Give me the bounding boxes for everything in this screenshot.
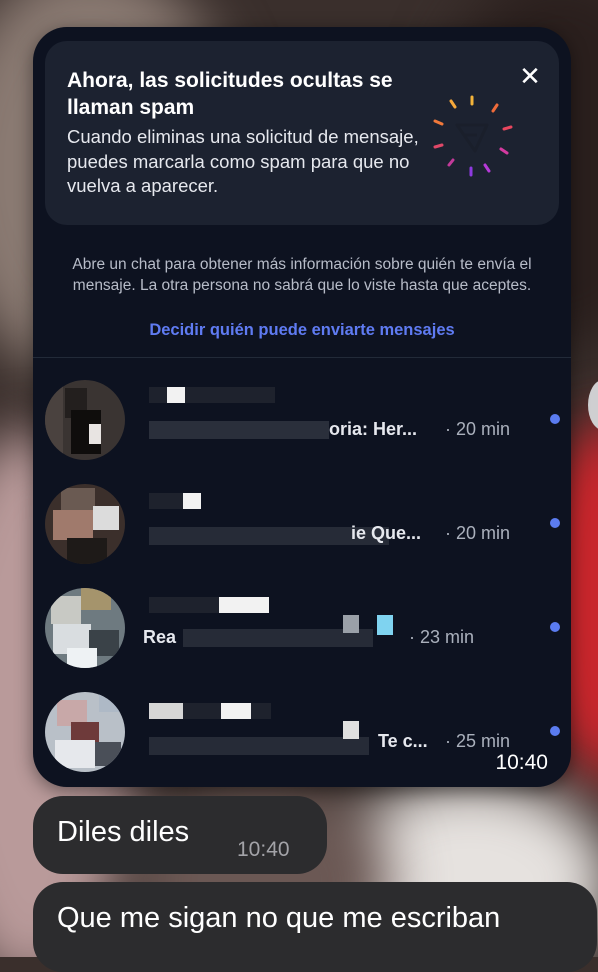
close-icon[interactable]: ✕ [515,61,545,91]
unread-dot [550,414,560,424]
time-ago: · 20 min [445,523,511,543]
redacted-name [167,387,185,403]
request-row[interactable]: Te c... · 25 min [33,681,571,785]
unread-dot [550,518,560,528]
redacted-preview [149,737,369,755]
avatar [45,380,125,460]
time-ago: · 20 min [445,419,511,439]
avatar [45,692,125,772]
message-text: Diles diles [57,816,190,848]
request-row[interactable]: oria: Her... · 20 min [33,369,571,473]
card-timestamp: 10:40 [495,751,548,774]
message-requests-card: Ahora, las solicitudes ocultas se llaman… [33,27,571,787]
unread-dot [550,726,560,736]
info-text: Abre un chat para obtener más informació… [72,256,532,294]
request-row[interactable]: Rea · 23 min [33,577,571,681]
notice-body: Cuando eliminas una solicitud de mensaje… [67,126,419,196]
redacted-name [149,703,183,719]
spam-notice-banner: Ahora, las solicitudes ocultas se llaman… [45,41,559,225]
time-ago: · 23 min [409,627,475,647]
notice-title: Ahora, las solicitudes ocultas se llaman… [67,69,393,119]
redacted-preview [149,421,329,439]
request-row[interactable]: ie Que... · 20 min [33,473,571,577]
settings-link[interactable]: Decidir quién puede enviarte mensajes [57,321,547,340]
message-preview: Rea [143,627,177,647]
redacted-preview [343,615,359,633]
message-preview: Te c... [378,731,428,751]
redacted-name [183,493,201,509]
emoji-arrow-icon [377,615,393,635]
redacted-preview [343,721,359,739]
time-ago: · 25 min [445,731,511,751]
message-text: Que me sigan no que me escriban [57,902,501,934]
message-bubble[interactable]: Diles diles 10:40 [33,796,327,874]
unread-dot [550,622,560,632]
message-preview: ie Que... [351,523,422,543]
message-bubble[interactable]: Que me sigan no que me escriban [33,882,597,972]
spam-illustration-icon [433,95,513,177]
redacted-name [219,597,269,613]
redacted-name [221,703,251,719]
divider [33,357,571,358]
avatar [45,484,125,564]
message-time: 10:40 [237,838,290,861]
message-preview: oria: Her... [329,419,418,439]
avatar [45,588,125,668]
